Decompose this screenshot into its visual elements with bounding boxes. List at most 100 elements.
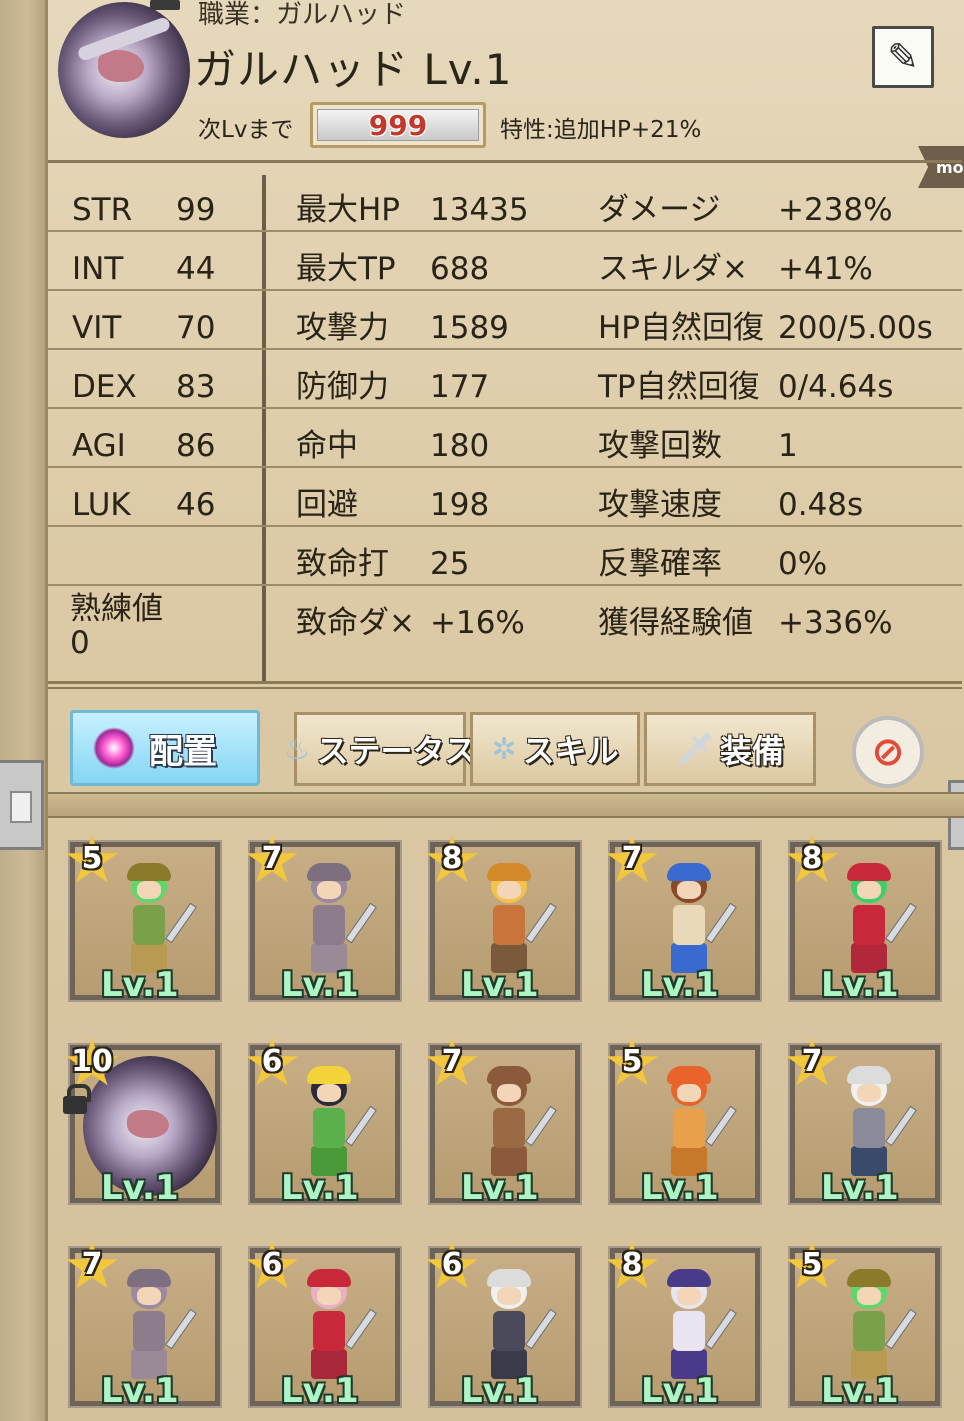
character-card[interactable]: 5 Lv.1	[606, 1038, 762, 1208]
dismiss-button[interactable]: ⊘	[852, 716, 924, 788]
base-stat-label: DEX	[72, 369, 137, 405]
character-card[interactable]: 8 Lv.1	[786, 835, 942, 1005]
character-card[interactable]: 5 Lv.1	[66, 835, 222, 1005]
star-rank: 5	[621, 1044, 643, 1079]
bonus-stat-value: +41%	[778, 251, 873, 287]
status-icon: ♨	[283, 731, 311, 767]
character-card[interactable]: 8 Lv.1	[426, 835, 582, 1005]
card-level: Lv.1	[101, 1371, 179, 1411]
pencil-icon: ✎	[887, 35, 919, 79]
character-card[interactable]: 7 Lv.1	[606, 835, 762, 1005]
bonus-stat-label: HP自然回復	[598, 310, 765, 346]
character-sprite	[839, 1064, 917, 1182]
proficiency-label: 熟練値	[70, 591, 163, 627]
character-sprite	[299, 1064, 377, 1182]
star-rank: 8	[621, 1247, 643, 1282]
character-card[interactable]: 7 Lv.1	[66, 1241, 222, 1411]
stats-row-line	[48, 230, 962, 232]
stats-row-line	[48, 584, 962, 586]
stats-row-line	[48, 407, 962, 409]
combat-stat-label: 攻撃力	[296, 310, 389, 346]
character-sprite	[119, 861, 197, 979]
combat-stat-label: 致命ダ×	[296, 605, 415, 641]
card-level: Lv.1	[821, 1168, 899, 1208]
character-card[interactable]: 7 Lv.1	[786, 1038, 942, 1208]
tab-skill[interactable]: ✲ スキル	[470, 712, 640, 786]
next-level-label: 次Lvまで	[198, 117, 294, 143]
card-level: Lv.1	[461, 1168, 539, 1208]
character-card[interactable]: 6 Lv.1	[426, 1241, 582, 1411]
panel-drag-handle[interactable]	[0, 760, 44, 850]
character-status-screen: 職業：ガルハッド ガルハッド Lv.1 次Lvまで 999 特性:追加HP+21…	[0, 0, 964, 1421]
character-card[interactable]: 5 Lv.1	[786, 1241, 942, 1411]
character-sprite	[479, 1267, 557, 1385]
character-sprite	[119, 1267, 197, 1385]
character-card[interactable]: 8 Lv.1	[606, 1241, 762, 1411]
star-rank: 7	[81, 1247, 103, 1282]
combat-stat-value: 198	[430, 487, 490, 523]
tab-equip[interactable]: 🗡 装備	[644, 712, 816, 786]
base-stat-label: LUK	[72, 487, 131, 523]
character-sprite	[479, 1064, 557, 1182]
bonus-stat-value: 0/4.64s	[778, 369, 894, 405]
job-label: 職業：ガルハッド	[198, 0, 407, 30]
star-rank: 6	[441, 1247, 463, 1282]
character-sprite	[839, 1267, 917, 1385]
tab-status[interactable]: ♨ ステータス	[284, 712, 476, 786]
bonus-stat-label: 攻撃回数	[598, 428, 722, 464]
character-card[interactable]: 6 Lv.1	[246, 1241, 402, 1411]
star-rank: 8	[801, 841, 823, 876]
card-level: Lv.1	[281, 1168, 359, 1208]
star-rank: 7	[801, 1044, 823, 1079]
bonus-stat-value: 0%	[778, 546, 828, 582]
stats-row-line	[48, 289, 962, 291]
card-level: Lv.1	[821, 1371, 899, 1411]
deploy-button[interactable]: 配置	[70, 710, 260, 786]
bonus-stat-label: 獲得経験値	[598, 605, 753, 641]
tab-skill-label: スキル	[522, 732, 619, 770]
base-stat-value: 70	[176, 310, 216, 346]
bonus-stat-label: ダメージ	[598, 192, 721, 228]
bonus-stat-value: 200/5.00s	[778, 310, 933, 346]
stats-panel: STR 99 INT 44 VIT 70 DEX 83 AGI 86 LUK 46 熟練値 0 最大HP 13…	[48, 160, 962, 689]
star-rank: 7	[621, 841, 643, 876]
character-card[interactable]: 7 Lv.1	[426, 1038, 582, 1208]
star-rank: 8	[441, 841, 463, 876]
bonus-stat-label: 反撃確率	[598, 546, 722, 582]
star-rank: 6	[261, 1044, 283, 1079]
combat-stat-label: 致命打	[296, 546, 389, 582]
card-level: Lv.1	[101, 965, 179, 1005]
tab-equip-label: 装備	[720, 732, 785, 770]
card-level: Lv.1	[641, 1168, 719, 1208]
prohibited-icon: ⊘	[871, 729, 905, 775]
next-level-box: 999	[310, 102, 486, 148]
bonus-stat-label: 攻撃速度	[598, 487, 722, 523]
combat-stat-label: 最大TP	[296, 251, 396, 287]
stats-row-line	[48, 466, 962, 468]
job-badge	[150, 0, 180, 10]
character-card[interactable]: 6 Lv.1	[246, 1038, 402, 1208]
stats-row-line	[48, 525, 962, 527]
edit-button[interactable]: ✎	[872, 26, 934, 88]
combat-stat-value: 180	[430, 428, 490, 464]
star-rank: 7	[441, 1044, 463, 1079]
skill-icon: ✲	[491, 731, 517, 767]
base-stat-value: 46	[176, 487, 216, 523]
sword-icon: 🗡	[675, 731, 715, 767]
base-stat-value: 83	[176, 369, 216, 405]
star-rank: 5	[801, 1247, 823, 1282]
card-level: Lv.1	[101, 1168, 179, 1208]
roster-divider	[48, 792, 964, 818]
character-sprite	[659, 861, 737, 979]
character-sprite	[839, 861, 917, 979]
bonus-stat-value: 1	[778, 428, 798, 464]
card-level: Lv.1	[641, 1371, 719, 1411]
trait-text: 特性:追加HP+21%	[500, 117, 702, 143]
combat-stat-label: 防御力	[296, 369, 389, 405]
base-stat-value: 86	[176, 428, 216, 464]
stats-row-line	[48, 348, 962, 350]
combat-stat-label: 最大HP	[296, 192, 401, 228]
character-card[interactable]: 10 Lv.1	[63, 1038, 222, 1208]
lock-icon	[61, 1084, 91, 1114]
character-card[interactable]: 7 Lv.1	[246, 835, 402, 1005]
